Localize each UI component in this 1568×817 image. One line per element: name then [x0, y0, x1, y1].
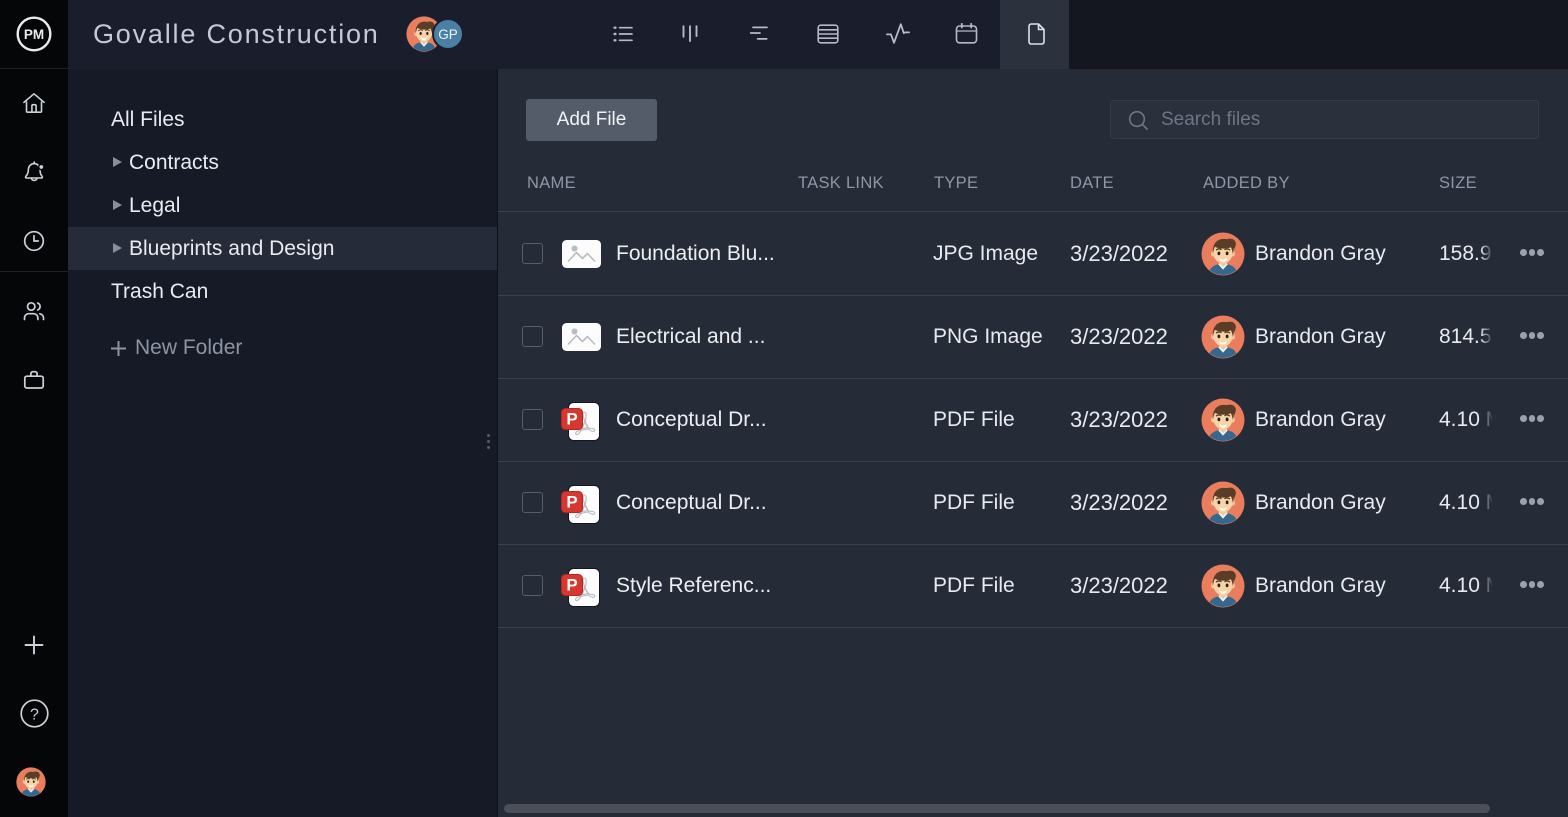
- svg-text:?: ?: [30, 707, 39, 724]
- svg-text:PM: PM: [24, 27, 44, 42]
